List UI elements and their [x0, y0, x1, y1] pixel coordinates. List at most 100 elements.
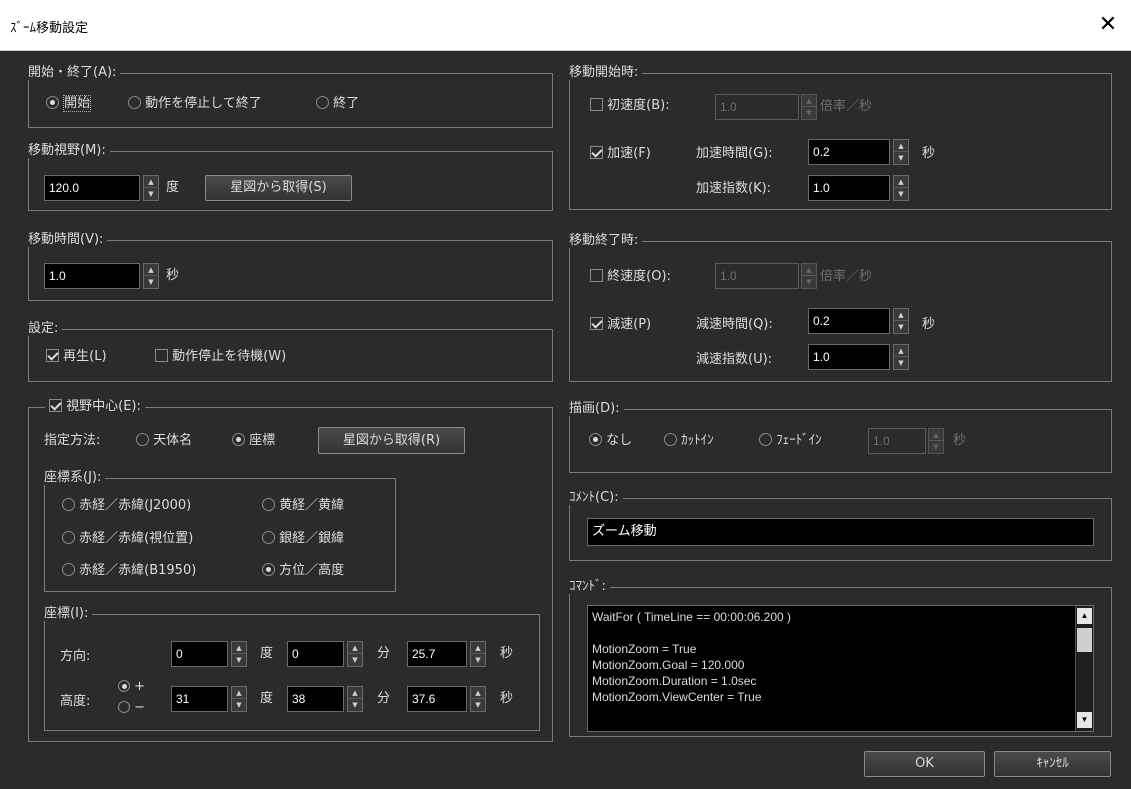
direction-sec-input[interactable]: 25.7: [407, 641, 467, 667]
center-get-from-chart-button[interactable]: 星図から取得(R): [318, 427, 465, 454]
spin-down-icon[interactable]: ▼: [348, 699, 362, 711]
radio-ra-dec-j2000[interactable]: 赤経／赤緯(J2000): [62, 497, 191, 515]
spin-up-icon[interactable]: ▲: [894, 140, 908, 152]
spin-down-icon[interactable]: ▼: [929, 441, 943, 453]
spin-down-icon[interactable]: ▼: [348, 654, 362, 666]
spin-up-icon[interactable]: ▲: [348, 642, 362, 654]
decel-index-input[interactable]: 1.0: [808, 344, 890, 370]
move-time-spinner[interactable]: ▲ ▼: [143, 263, 159, 289]
spin-up-icon[interactable]: ▲: [471, 687, 485, 699]
fov-input[interactable]: 120.0: [44, 175, 140, 201]
decel-time-input[interactable]: 0.2: [808, 308, 890, 334]
spin-down-icon[interactable]: ▼: [894, 152, 908, 164]
spin-up-icon[interactable]: ▲: [471, 642, 485, 654]
command-text-area[interactable]: WaitFor ( TimeLine == 00:00:06.200 ) Mot…: [587, 605, 1094, 732]
radio-alt-plus[interactable]: +: [118, 680, 145, 694]
radio-object-name[interactable]: 天体名: [136, 432, 192, 450]
spin-down-icon[interactable]: ▼: [232, 699, 246, 711]
altitude-deg-input[interactable]: 31: [171, 686, 228, 712]
spin-up-icon[interactable]: ▲: [929, 429, 943, 441]
draw-duration-input[interactable]: 1.0: [868, 428, 926, 454]
accel-time-input[interactable]: 0.2: [808, 139, 890, 165]
direction-deg-input[interactable]: 0: [171, 641, 228, 667]
spin-up-icon[interactable]: ▲: [144, 264, 158, 276]
comment-input[interactable]: ズーム移動: [587, 518, 1094, 546]
accel-index-spinner[interactable]: ▲ ▼: [893, 175, 909, 201]
radio-galactic-label: 銀経／銀緯: [279, 531, 345, 546]
init-speed-spinner[interactable]: ▲ ▼: [801, 94, 817, 120]
wait-check-indicator: [155, 349, 168, 362]
radio-start[interactable]: 開始: [46, 95, 92, 113]
radio-coordinates[interactable]: 座標: [232, 432, 275, 450]
accel-checkbox[interactable]: 加速(F): [590, 145, 651, 163]
scroll-thumb[interactable]: [1077, 628, 1092, 652]
init-speed-checkbox[interactable]: 初速度(B):: [590, 97, 670, 115]
radio-draw-cutin[interactable]: ｶｯﾄｲﾝ: [664, 432, 714, 450]
radio-draw-fadein[interactable]: ﾌｪｰﾄﾞｲﾝ: [759, 432, 822, 450]
direction-sec-spinner[interactable]: ▲ ▼: [470, 641, 486, 667]
spin-up-icon[interactable]: ▲: [348, 687, 362, 699]
radio-end[interactable]: 終了: [316, 95, 359, 113]
spin-down-icon[interactable]: ▼: [471, 699, 485, 711]
altitude-deg-spinner[interactable]: ▲ ▼: [231, 686, 247, 712]
draw-duration-spinner[interactable]: ▲ ▼: [928, 428, 944, 454]
spin-down-icon[interactable]: ▼: [802, 107, 816, 119]
spin-up-icon[interactable]: ▲: [144, 176, 158, 188]
spin-up-icon[interactable]: ▲: [802, 264, 816, 276]
altitude-sec-input[interactable]: 37.6: [407, 686, 467, 712]
scroll-down-icon[interactable]: ▼: [1077, 712, 1092, 728]
direction-min-input[interactable]: 0: [287, 641, 344, 667]
altitude-min-input[interactable]: 38: [287, 686, 344, 712]
direction-min-spinner[interactable]: ▲ ▼: [347, 641, 363, 667]
radio-alt-minus[interactable]: −: [118, 701, 145, 715]
ok-button[interactable]: OK: [864, 751, 985, 777]
radio-galactic[interactable]: 銀経／銀緯: [262, 530, 344, 548]
end-speed-checkbox[interactable]: 終速度(O):: [590, 268, 671, 286]
scroll-up-icon[interactable]: ▲: [1077, 608, 1092, 624]
init-speed-input[interactable]: 1.0: [715, 94, 799, 120]
spin-down-icon[interactable]: ▼: [802, 276, 816, 288]
altitude-sec-spinner[interactable]: ▲ ▼: [470, 686, 486, 712]
close-icon[interactable]: ✕: [1090, 10, 1126, 40]
cancel-button[interactable]: ｷｬﾝｾﾙ: [994, 751, 1111, 777]
decel-checkbox[interactable]: 減速(P): [590, 316, 651, 334]
fov-get-from-chart-button[interactable]: 星図から取得(S): [205, 175, 352, 201]
end-speed-input[interactable]: 1.0: [715, 263, 799, 289]
method-label: 指定方法:: [44, 433, 101, 448]
accel-index-input[interactable]: 1.0: [808, 175, 890, 201]
decel-index-spinner[interactable]: ▲ ▼: [893, 344, 909, 370]
fov-spinner[interactable]: ▲ ▼: [143, 175, 159, 201]
spin-down-icon[interactable]: ▼: [894, 188, 908, 200]
spin-up-icon[interactable]: ▲: [894, 309, 908, 321]
spin-up-icon[interactable]: ▲: [894, 176, 908, 188]
spin-up-icon[interactable]: ▲: [232, 642, 246, 654]
spin-up-icon[interactable]: ▲: [232, 687, 246, 699]
move-time-input[interactable]: 1.0: [44, 263, 140, 289]
radio-az-alt[interactable]: 方位／高度: [262, 562, 344, 580]
radio-ra-dec-apparent[interactable]: 赤経／赤緯(視位置): [62, 530, 193, 548]
wait-checkbox[interactable]: 動作停止を待機(W): [155, 348, 286, 366]
direction-deg-spinner[interactable]: ▲ ▼: [231, 641, 247, 667]
radio-draw-none[interactable]: なし: [589, 432, 632, 450]
spin-down-icon[interactable]: ▼: [144, 188, 158, 200]
accel-time-spinner[interactable]: ▲ ▼: [893, 139, 909, 165]
spin-up-icon[interactable]: ▲: [894, 345, 908, 357]
spin-down-icon[interactable]: ▼: [232, 654, 246, 666]
spin-down-icon[interactable]: ▼: [144, 276, 158, 288]
altitude-min-spinner[interactable]: ▲ ▼: [347, 686, 363, 712]
radio-coordinates-indicator: [232, 433, 245, 446]
draw-caption: 描画(D):: [567, 401, 624, 416]
view-center-checkbox[interactable]: 視野中心(E):: [45, 398, 145, 416]
command-scrollbar[interactable]: ▲ ▼: [1075, 606, 1093, 731]
spin-up-icon[interactable]: ▲: [802, 95, 816, 107]
radio-stop-end[interactable]: 動作を停止して終了: [128, 95, 262, 113]
decel-time-spinner[interactable]: ▲ ▼: [893, 308, 909, 334]
play-checkbox[interactable]: 再生(L): [46, 348, 107, 366]
end-speed-spinner[interactable]: ▲ ▼: [801, 263, 817, 289]
spin-down-icon[interactable]: ▼: [471, 654, 485, 666]
radio-ecliptic[interactable]: 黄経／黄緯: [262, 497, 344, 515]
radio-ra-dec-b1950[interactable]: 赤経／赤緯(B1950): [62, 562, 196, 580]
spin-down-icon[interactable]: ▼: [894, 357, 908, 369]
spin-down-icon[interactable]: ▼: [894, 321, 908, 333]
init-speed-check-indicator: [590, 98, 603, 111]
